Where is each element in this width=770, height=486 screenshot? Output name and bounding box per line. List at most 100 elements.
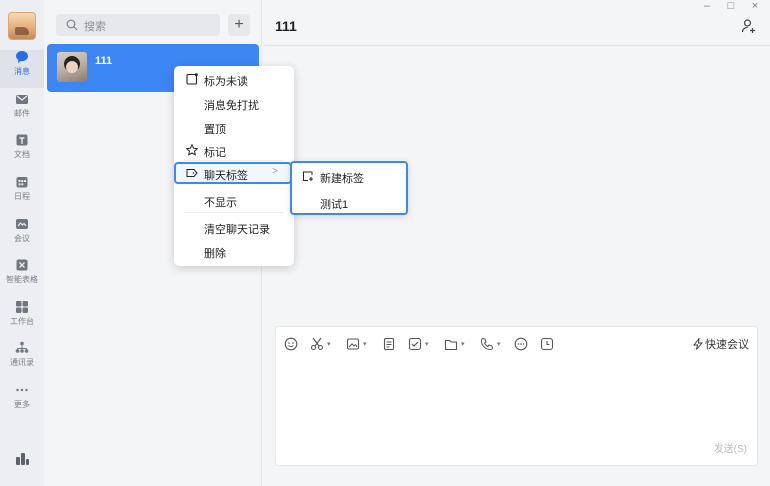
scissors-icon (310, 337, 324, 351)
menu-item-chat-tags[interactable]: 聊天标签 > (174, 162, 292, 184)
rail-item-contacts[interactable]: 通讯录 (0, 341, 44, 379)
menu-item-label: 消息免打扰 (204, 100, 259, 112)
rail-item-label: 智能表格 (6, 275, 38, 284)
rail-item-label: 更多 (14, 400, 30, 409)
menu-item-label: 标为未读 (204, 76, 248, 88)
lightning-icon (693, 336, 703, 350)
menu-item-label: 标记 (204, 147, 226, 159)
chevron-right-icon: > (272, 166, 278, 177)
more-button[interactable] (514, 337, 528, 351)
star-icon (186, 144, 198, 156)
chevron-down-icon: ▾ (425, 341, 429, 348)
user-avatar[interactable] (8, 12, 36, 40)
more-icon (16, 388, 28, 392)
chevron-down-icon: ▾ (327, 341, 331, 348)
quick-meeting-button[interactable]: 快速会议 (693, 336, 749, 352)
chat-header: 111 – □ × (263, 0, 770, 46)
unread-square-icon (186, 73, 198, 85)
menu-item-flag[interactable]: 标记 (174, 140, 294, 162)
chat-tags-submenu: 新建标签 测试1 (290, 161, 408, 215)
quick-meeting-label: 快速会议 (705, 339, 749, 351)
clock-icon (540, 337, 554, 351)
send-button[interactable]: 发送(S) (714, 440, 747, 455)
menu-divider (184, 212, 284, 213)
calendar-icon (16, 177, 28, 188)
menu-item-pin[interactable]: 置顶 (174, 117, 294, 139)
menu-item-label: 不显示 (204, 197, 237, 209)
rail-item-mail[interactable]: 邮件 (0, 92, 44, 130)
checkbox-icon (408, 337, 422, 351)
submenu-item-label: 测试1 (320, 199, 349, 211)
search-box[interactable]: 搜索 (56, 14, 220, 36)
phone-icon (480, 337, 494, 351)
submenu-item-new-tag[interactable]: 新建标签 (292, 164, 406, 188)
chat-main: 111 – □ × ▾ ▾ ▾ ▾ ▾ 快速会议 发送(S) (263, 0, 770, 486)
stats-icon[interactable] (14, 450, 30, 466)
chevron-down-icon: ▾ (363, 341, 367, 348)
rail-item-label: 工作台 (10, 317, 34, 326)
rail-item-messages[interactable]: 消息 (0, 50, 44, 88)
chat-title: 111 (275, 18, 297, 34)
add-member-icon[interactable] (741, 18, 757, 34)
close-button[interactable]: × (747, 0, 763, 12)
rail-item-label: 邮件 (14, 109, 30, 118)
rail-item-label: 通讯录 (10, 358, 34, 367)
menu-item-clear-history[interactable]: 清空聊天记录 (174, 217, 294, 239)
document-icon (383, 337, 395, 351)
minimize-button[interactable]: – (699, 0, 715, 12)
file-button[interactable] (382, 337, 396, 351)
maximize-button[interactable]: □ (723, 0, 739, 12)
menu-item-delete[interactable]: 删除 (174, 241, 294, 263)
left-rail: 消息 邮件 文档 日程 会议 智能表格 工作台 通讯录 更多 (0, 0, 44, 486)
rail-item-workbench[interactable]: 工作台 (0, 300, 44, 338)
menu-item-label: 置顶 (204, 124, 226, 136)
screenshot-button[interactable]: ▾ (310, 337, 336, 351)
rail-item-label: 日程 (14, 192, 30, 201)
submenu-item-tag[interactable]: 测试1 (292, 190, 406, 214)
folder-button[interactable]: ▾ (444, 337, 470, 351)
workbench-icon (16, 301, 28, 313)
rail-item-calendar[interactable]: 日程 (0, 175, 44, 213)
rail-item-label: 消息 (14, 67, 30, 76)
menu-item-label: 删除 (204, 248, 226, 260)
rail-item-label: 文档 (14, 150, 30, 159)
call-button[interactable]: ▾ (480, 337, 506, 351)
contacts-icon (15, 341, 29, 353)
todo-button[interactable]: ▾ (408, 337, 434, 351)
rail-item-label: 会议 (14, 234, 30, 243)
menu-item-label: 聊天标签 (204, 170, 248, 182)
image-button[interactable]: ▾ (346, 337, 372, 351)
context-menu: 标为未读 消息免打扰 置顶 标记 聊天标签 > 不显示 清空聊天记录 删除 (174, 66, 294, 266)
new-tag-icon (303, 171, 313, 181)
schedule-button[interactable] (540, 337, 554, 351)
meeting-icon (16, 219, 28, 229)
image-icon (346, 338, 360, 350)
menu-item-label: 清空聊天记录 (204, 224, 270, 236)
rail-item-docs[interactable]: 文档 (0, 133, 44, 171)
search-placeholder: 搜索 (84, 21, 106, 33)
submenu-item-label: 新建标签 (320, 173, 364, 185)
emoji-button[interactable] (284, 337, 298, 351)
rail-item-meeting[interactable]: 会议 (0, 217, 44, 255)
conversation-name: 111 (95, 55, 113, 67)
menu-item-hide[interactable]: 不显示 (174, 190, 294, 212)
chevron-down-icon: ▾ (497, 341, 501, 348)
contact-avatar (57, 52, 87, 82)
menu-item-mark-unread[interactable]: 标为未读 (174, 69, 294, 91)
search-icon (66, 19, 78, 31)
smart-table-icon (16, 259, 28, 271)
rail-item-more[interactable]: 更多 (0, 383, 44, 421)
rail-item-smart-table[interactable]: 智能表格 (0, 258, 44, 296)
tag-icon (186, 169, 198, 177)
folder-icon (444, 339, 458, 351)
menu-item-mute[interactable]: 消息免打扰 (174, 93, 294, 115)
chevron-down-icon: ▾ (461, 341, 465, 348)
message-composer[interactable]: ▾ ▾ ▾ ▾ ▾ 快速会议 发送(S) (275, 326, 758, 466)
chat-bubble-icon (16, 51, 28, 63)
add-button[interactable]: + (228, 14, 250, 36)
mail-icon (16, 95, 28, 104)
more-circle-icon (514, 337, 528, 351)
menu-divider (184, 160, 284, 161)
document-icon (16, 134, 28, 146)
emoji-icon (284, 337, 298, 351)
